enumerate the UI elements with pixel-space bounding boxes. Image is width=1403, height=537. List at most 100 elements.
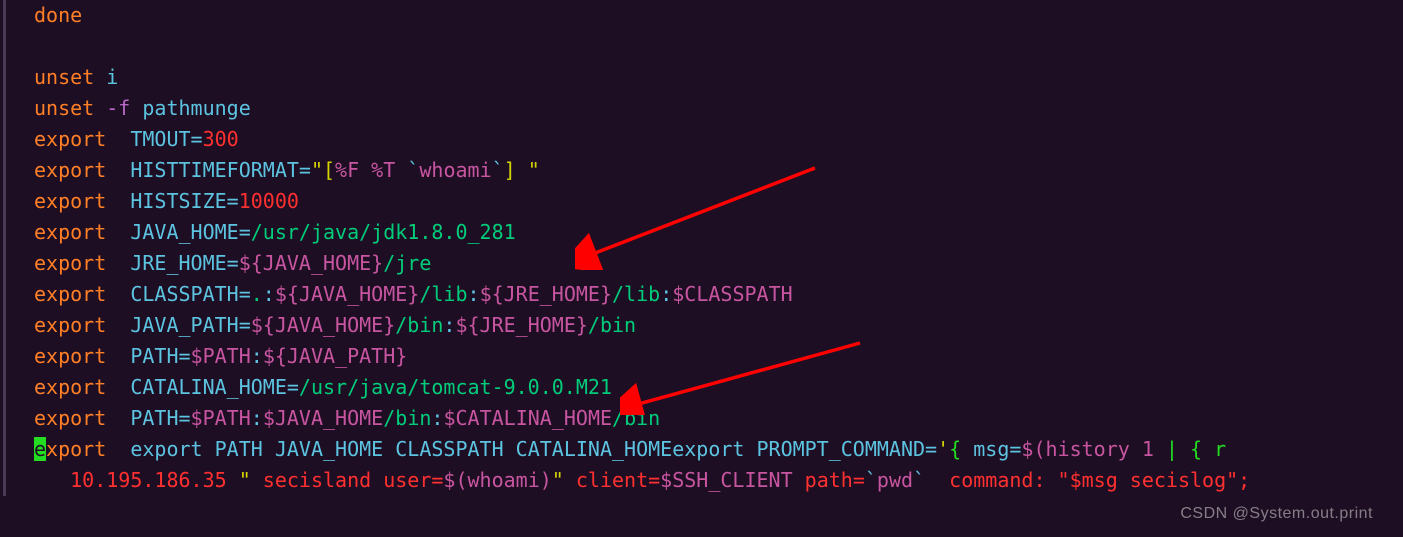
- keyword-export: export: [34, 251, 106, 275]
- path-seg: /lib: [612, 282, 660, 306]
- variable: PATH=: [106, 344, 190, 368]
- keyword-done: done: [34, 3, 82, 27]
- keyword-unset: unset: [34, 65, 94, 89]
- string: client=: [564, 468, 660, 492]
- colon: :: [251, 406, 263, 430]
- backtick: `: [395, 158, 419, 182]
- brace: {: [949, 437, 961, 461]
- path-seg: /bin: [588, 313, 636, 337]
- keyword-export: xport: [46, 437, 106, 461]
- code-line: export PATH=$PATH:${JAVA_PATH}: [34, 341, 1403, 372]
- code-line: export TMOUT=300: [34, 124, 1403, 155]
- brace: { r: [1178, 437, 1226, 461]
- subshell: $(history 1: [1021, 437, 1166, 461]
- keyword-export: export: [34, 406, 106, 430]
- colon: :: [660, 282, 672, 306]
- keyword-export: export: [34, 282, 106, 306]
- variable: JAVA_PATH=: [106, 313, 251, 337]
- keyword-export: export: [34, 158, 106, 182]
- path-seg: /bin: [395, 313, 443, 337]
- string: path=: [793, 468, 865, 492]
- keyword-export: export: [34, 313, 106, 337]
- path-seg: /bin: [612, 406, 660, 430]
- dot: .: [251, 282, 263, 306]
- code-line: unset i: [34, 62, 1403, 93]
- colon: :: [263, 282, 275, 306]
- format: %F %T: [335, 158, 395, 182]
- quote: ': [937, 437, 949, 461]
- variable: CLASSPATH=: [106, 282, 251, 306]
- variable: i: [94, 65, 118, 89]
- code-line: done: [34, 0, 1403, 31]
- var-expr: $PATH: [191, 406, 251, 430]
- command: whoami: [419, 158, 491, 182]
- code-line: export export PATH JAVA_HOME CLASSPATH C…: [34, 434, 1403, 465]
- ip-address: 10.195.186.35: [34, 468, 239, 492]
- var-expr: $SSH_CLIENT: [660, 468, 792, 492]
- variable: PATH=: [106, 406, 190, 430]
- flag: -f: [94, 96, 130, 120]
- var-expr: ${JAVA_HOME}: [275, 282, 420, 306]
- quote: ": [552, 468, 564, 492]
- code-line: [34, 31, 1403, 62]
- keyword-export: export: [34, 127, 106, 151]
- var-expr: $JAVA_HOME: [263, 406, 383, 430]
- path-seg: /bin: [383, 406, 431, 430]
- code-line: export JRE_HOME=${JAVA_HOME}/jre: [34, 248, 1403, 279]
- keyword-export: export: [34, 189, 106, 213]
- command: pwd: [877, 468, 913, 492]
- variable: HISTSIZE=: [106, 189, 238, 213]
- variable: CATALINA_HOME=: [106, 375, 299, 399]
- keyword-export: export: [34, 220, 106, 244]
- subshell: $(whoami): [443, 468, 551, 492]
- colon: :: [251, 344, 263, 368]
- colon: :: [468, 282, 480, 306]
- colon: :: [443, 313, 455, 337]
- var-expr: ${JRE_HOME}: [480, 282, 612, 306]
- msg-assign: msg=: [961, 437, 1021, 461]
- code-line: export CATALINA_HOME=/usr/java/tomcat-9.…: [34, 372, 1403, 403]
- code-editor[interactable]: done unset i unset -f pathmunge export T…: [3, 0, 1403, 496]
- keyword-export: export: [34, 344, 106, 368]
- variable: HISTTIMEFORMAT=: [106, 158, 311, 182]
- cursor-highlight: e: [34, 437, 46, 461]
- code-line: unset -f pathmunge: [34, 93, 1403, 124]
- var-expr: ${JAVA_PATH}: [263, 344, 408, 368]
- var-expr: ${JAVA_HOME}: [251, 313, 396, 337]
- keyword-export: export: [34, 375, 106, 399]
- code-line: export CLASSPATH=.:${JAVA_HOME}/lib:${JR…: [34, 279, 1403, 310]
- path-value: /usr/java/jdk1.8.0_281: [251, 220, 516, 244]
- string: "$msg secislog";: [1058, 468, 1251, 492]
- variable: JAVA_HOME=: [106, 220, 251, 244]
- code-line: export JAVA_PATH=${JAVA_HOME}/bin:${JRE_…: [34, 310, 1403, 341]
- backtick: `: [913, 468, 925, 492]
- quote: ": [239, 468, 251, 492]
- path-value: /usr/java/tomcat-9.0.0.M21: [299, 375, 612, 399]
- var-expr: ${JAVA_HOME}: [239, 251, 384, 275]
- code-line: 10.195.186.35 " secisland user=$(whoami)…: [34, 465, 1403, 496]
- var-expr: $CATALINA_HOME: [443, 406, 612, 430]
- path-suffix: /jre: [383, 251, 431, 275]
- var-expr: $CLASSPATH: [672, 282, 792, 306]
- code-line: export HISTTIMEFORMAT="[%F %T `whoami`] …: [34, 155, 1403, 186]
- var-expr: $PATH: [191, 344, 251, 368]
- string: secisland user=: [251, 468, 444, 492]
- code-line: export HISTSIZE=10000: [34, 186, 1403, 217]
- number: 10000: [239, 189, 299, 213]
- identifier: pathmunge: [130, 96, 250, 120]
- variable: JRE_HOME=: [106, 251, 238, 275]
- string: command:: [925, 468, 1057, 492]
- colon: :: [431, 406, 443, 430]
- var-expr: ${JRE_HOME}: [455, 313, 587, 337]
- string: "[: [311, 158, 335, 182]
- code-line: export PATH=$PATH:$JAVA_HOME/bin:$CATALI…: [34, 403, 1403, 434]
- backtick: `: [492, 158, 504, 182]
- pipe: |: [1166, 437, 1178, 461]
- number: 300: [203, 127, 239, 151]
- watermark-text: CSDN @System.out.print: [1180, 502, 1373, 527]
- variable: TMOUT=: [106, 127, 202, 151]
- code-line: export JAVA_HOME=/usr/java/jdk1.8.0_281: [34, 217, 1403, 248]
- backtick: `: [865, 468, 877, 492]
- path-seg: /lib: [419, 282, 467, 306]
- keyword-unset: unset: [34, 96, 94, 120]
